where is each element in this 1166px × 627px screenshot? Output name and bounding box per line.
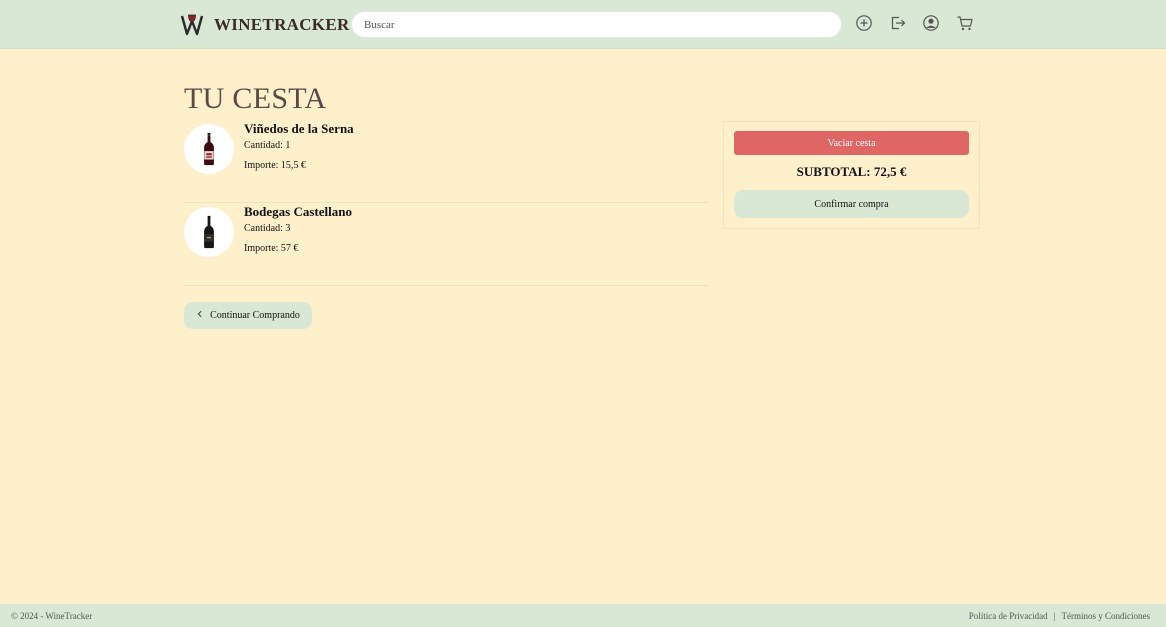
wine-glass-w-logo-icon	[180, 13, 204, 37]
cart-icon[interactable]	[956, 14, 974, 32]
cart-item: Bodegas Castellano Cantidad: 3 Importe: …	[184, 203, 709, 286]
subtotal: SUBTOTAL: 72,5 €	[796, 164, 907, 179]
item-quantity: Cantidad: 1	[244, 140, 291, 151]
continue-shopping-button[interactable]: Continuar Comprando	[184, 302, 312, 329]
item-amount: Importe: 15,5 €	[244, 160, 306, 171]
confirm-purchase-button[interactable]: Confirmar compra	[734, 190, 969, 218]
wine-bottle-icon	[184, 207, 234, 257]
brand-name: WINETRACKER	[214, 15, 350, 34]
plus-circle-icon[interactable]	[855, 14, 873, 32]
arrow-left-icon	[196, 310, 204, 321]
item-quantity: Cantidad: 3	[244, 223, 291, 234]
privacy-link[interactable]: Política de Privacidad	[969, 611, 1048, 621]
navbar: WINETRACKER	[0, 0, 1166, 49]
item-name[interactable]: Viñedos de la Serna	[244, 121, 354, 137]
brand[interactable]: WINETRACKER	[180, 12, 350, 38]
cart-summary: Vaciar cesta SUBTOTAL: 72,5 € Confirmar …	[723, 121, 980, 229]
logout-icon[interactable]	[889, 14, 907, 32]
continue-shopping-label: Continuar Comprando	[210, 310, 300, 321]
footer-links: Política de Privacidad | Términos y Cond…	[969, 611, 1150, 621]
empty-cart-button[interactable]: Vaciar cesta	[734, 131, 969, 155]
footer-separator: |	[1053, 611, 1056, 621]
cart-items-list: Viñedos de la Serna Cantidad: 1 Importe:…	[184, 120, 709, 286]
footer: © 2024 - WineTracker Política de Privaci…	[0, 604, 1166, 627]
wine-bottle-icon	[184, 124, 234, 174]
search-input[interactable]	[351, 11, 842, 38]
cart-item: Viñedos de la Serna Cantidad: 1 Importe:…	[184, 120, 709, 203]
user-icon[interactable]	[922, 14, 940, 32]
item-amount: Importe: 57 €	[244, 243, 299, 254]
copyright: © 2024 - WineTracker	[11, 611, 93, 621]
terms-link[interactable]: Términos y Condiciones	[1062, 611, 1151, 621]
page-title: TU CESTA	[184, 82, 327, 115]
item-name[interactable]: Bodegas Castellano	[244, 204, 352, 220]
